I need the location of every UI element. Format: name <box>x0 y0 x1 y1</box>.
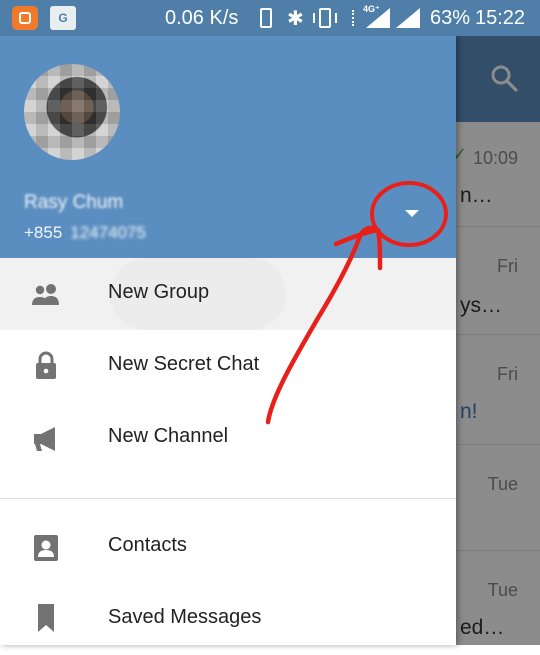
vibrate-icon <box>313 8 337 28</box>
user-phone: +855 12474075 <box>24 223 146 243</box>
megaphone-icon <box>34 427 55 451</box>
menu-label: Contacts <box>108 534 187 556</box>
menu-label: New Secret Chat <box>108 353 260 375</box>
clock: 15:22 <box>475 7 526 29</box>
contact-icon <box>34 535 58 561</box>
network-speed: 0.06 K/s <box>165 7 239 29</box>
menu-item-new-group[interactable]: New Group <box>0 258 456 330</box>
menu-divider <box>0 498 456 499</box>
menu-label: Saved Messages <box>108 606 262 628</box>
menu-item-new-secret-chat[interactable]: New Secret Chat <box>0 330 456 402</box>
phone-number: 12474075 <box>70 223 146 242</box>
user-name: Rasy Chum <box>24 192 124 213</box>
group-icon <box>32 284 59 305</box>
app-notification-icon <box>12 6 38 30</box>
translate-app-icon: G <box>50 6 76 30</box>
menu-label: New Group <box>108 281 210 303</box>
menu-label: New Channel <box>108 425 229 447</box>
phone-prefix: +855 <box>24 223 63 242</box>
navigation-drawer: Rasy Chum +855 12474075 New Group New Sec… <box>0 36 456 645</box>
account-switch-arrow-icon[interactable] <box>398 200 426 228</box>
phone-icon <box>260 8 272 28</box>
drawer-header: Rasy Chum +855 12474075 <box>0 36 456 258</box>
avatar[interactable] <box>24 64 120 160</box>
menu-item-new-channel[interactable]: New Channel <box>0 402 456 474</box>
battery-level: 63% <box>430 7 471 29</box>
lock-icon <box>36 351 56 379</box>
data-activity-icon <box>352 10 360 26</box>
menu-item-saved-messages[interactable]: Saved Messages <box>0 583 456 655</box>
signal-strength-2-icon <box>396 8 420 28</box>
signal-strength-icon <box>366 8 390 28</box>
bluetooth-icon: ✱ <box>287 6 304 30</box>
bookmark-icon <box>38 604 54 632</box>
menu-item-contacts[interactable]: Contacts <box>0 511 456 583</box>
status-bar: G 0.06 K/s ✱ 4G⁺ 63% 15:22 <box>0 0 540 36</box>
